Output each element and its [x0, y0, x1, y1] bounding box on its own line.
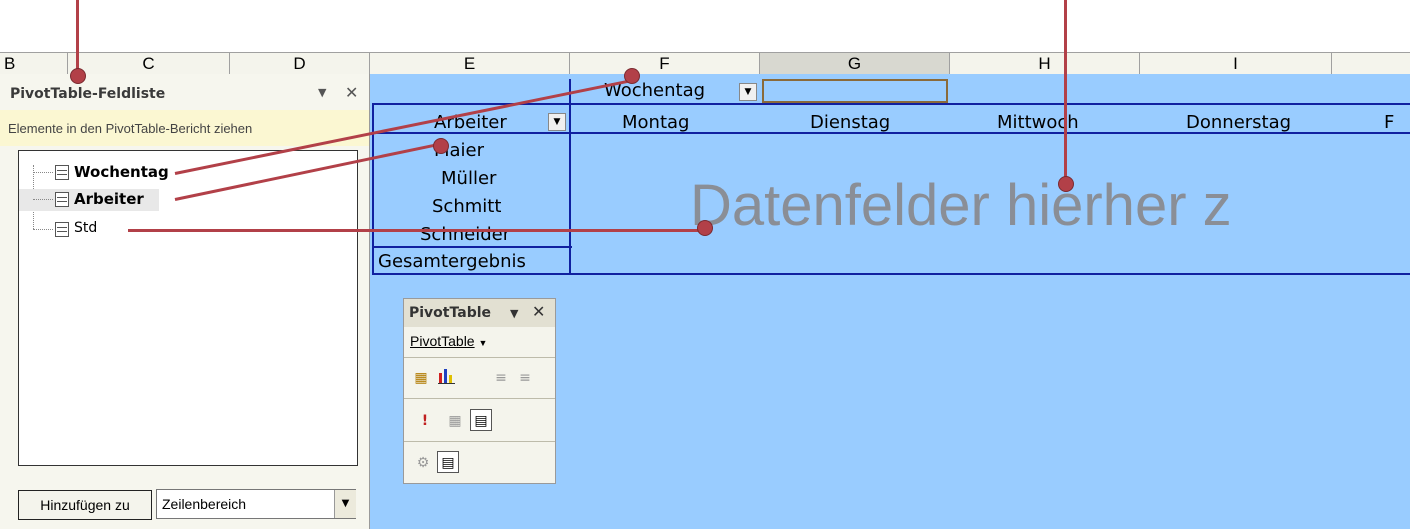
field-label: Wochentag	[74, 163, 169, 181]
callout-dot	[1058, 176, 1074, 192]
include-hidden-icon[interactable]: ▦	[444, 410, 466, 432]
field-icon	[55, 192, 69, 207]
column-header-next[interactable]	[1332, 53, 1410, 75]
tree-branch	[33, 199, 53, 200]
callout-line	[128, 229, 708, 232]
field-list-icon[interactable]: ▤	[437, 451, 459, 473]
callout-dot	[70, 68, 86, 84]
column-header-bar: B C D E F G H I	[0, 52, 1410, 76]
row-item-mueller[interactable]: Müller	[441, 168, 496, 189]
pivot-border-rowfield	[569, 79, 571, 275]
row-field-label[interactable]: Arbeiter	[434, 112, 507, 133]
pivot-border-bottom	[372, 273, 1410, 275]
field-item-wochentag[interactable]: Wochentag	[19, 162, 189, 184]
hide-detail-icon[interactable]: ≡	[490, 367, 512, 389]
callout-dot	[624, 68, 640, 84]
column-header-h[interactable]: H	[950, 53, 1140, 75]
column-header-c[interactable]: C	[68, 53, 230, 75]
column-item-donnerstag[interactable]: Donnerstag	[1186, 112, 1291, 133]
toolbar-options-arrow-icon[interactable]: ▼	[510, 307, 518, 320]
data-drop-zone-placeholder[interactable]: Datenfelder hierher z	[690, 172, 1232, 239]
toolbar-close-icon[interactable]: ✕	[532, 302, 545, 321]
column-header-i[interactable]: I	[1140, 53, 1332, 75]
callout-dot	[697, 220, 713, 236]
tree-branch	[33, 229, 53, 230]
active-cell-g[interactable]	[762, 79, 948, 103]
field-label: Arbeiter	[74, 190, 144, 208]
column-header-e[interactable]: E	[370, 53, 570, 75]
chevron-down-icon: ▼	[478, 338, 488, 348]
format-report-icon[interactable]: ▦	[410, 367, 432, 389]
column-item-dienstag[interactable]: Dienstag	[810, 112, 890, 133]
pane-menu-arrow-icon[interactable]: ▼	[318, 86, 326, 99]
page-field-dropdown-icon[interactable]: ▼	[739, 83, 757, 101]
pivot-border-top	[372, 103, 1410, 105]
area-select-value: Zeilenbereich	[162, 496, 247, 512]
row-field-dropdown-icon[interactable]: ▼	[548, 113, 566, 131]
toolbar-separator	[404, 441, 555, 442]
always-display-items-icon[interactable]: ▤	[470, 409, 492, 431]
callout-line	[1064, 0, 1067, 180]
add-to-button[interactable]: Hinzufügen zu	[18, 490, 152, 520]
row-item-schneider[interactable]: Schneider	[420, 224, 510, 245]
pivottable-menu-label: PivotTable	[410, 333, 475, 349]
field-label: Std	[74, 220, 98, 236]
column-item-montag[interactable]: Montag	[622, 112, 689, 133]
column-header-g[interactable]: G	[760, 53, 950, 75]
toolbar-separator	[404, 357, 555, 358]
field-icon	[55, 222, 69, 237]
pivottable-menu-button[interactable]: PivotTable ▼	[410, 333, 487, 349]
field-settings-icon[interactable]: ⚙	[412, 452, 434, 474]
chevron-down-icon[interactable]: ▼	[334, 490, 356, 518]
pivot-border-left	[372, 103, 374, 275]
close-icon[interactable]: ✕	[345, 83, 358, 102]
tree-branch	[33, 172, 53, 173]
column-item-freitag[interactable]: F	[1384, 112, 1394, 133]
refresh-icon[interactable]: !	[414, 410, 436, 432]
column-header-b[interactable]: B	[0, 53, 68, 75]
field-list-title: PivotTable-Feldliste	[10, 86, 166, 102]
field-item-arbeiter[interactable]: Arbeiter	[19, 189, 159, 211]
toolbar-title: PivotTable	[409, 305, 492, 321]
field-item-std[interactable]: Std	[19, 219, 139, 241]
row-item-schmitt[interactable]: Schmitt	[432, 196, 501, 217]
column-header-f[interactable]: F	[570, 53, 760, 75]
callout-line	[76, 0, 79, 70]
callout-dot	[433, 138, 449, 154]
field-list-hint: Elemente in den PivotTable-Bericht ziehe…	[8, 121, 253, 136]
row-total-label[interactable]: Gesamtergebnis	[378, 251, 526, 272]
show-detail-icon[interactable]: ≡	[514, 367, 536, 389]
toolbar-separator	[404, 398, 555, 399]
chart-wizard-icon[interactable]	[436, 367, 458, 389]
column-header-d[interactable]: D	[230, 53, 370, 75]
field-icon	[55, 165, 69, 180]
pivot-border-total	[372, 246, 572, 248]
